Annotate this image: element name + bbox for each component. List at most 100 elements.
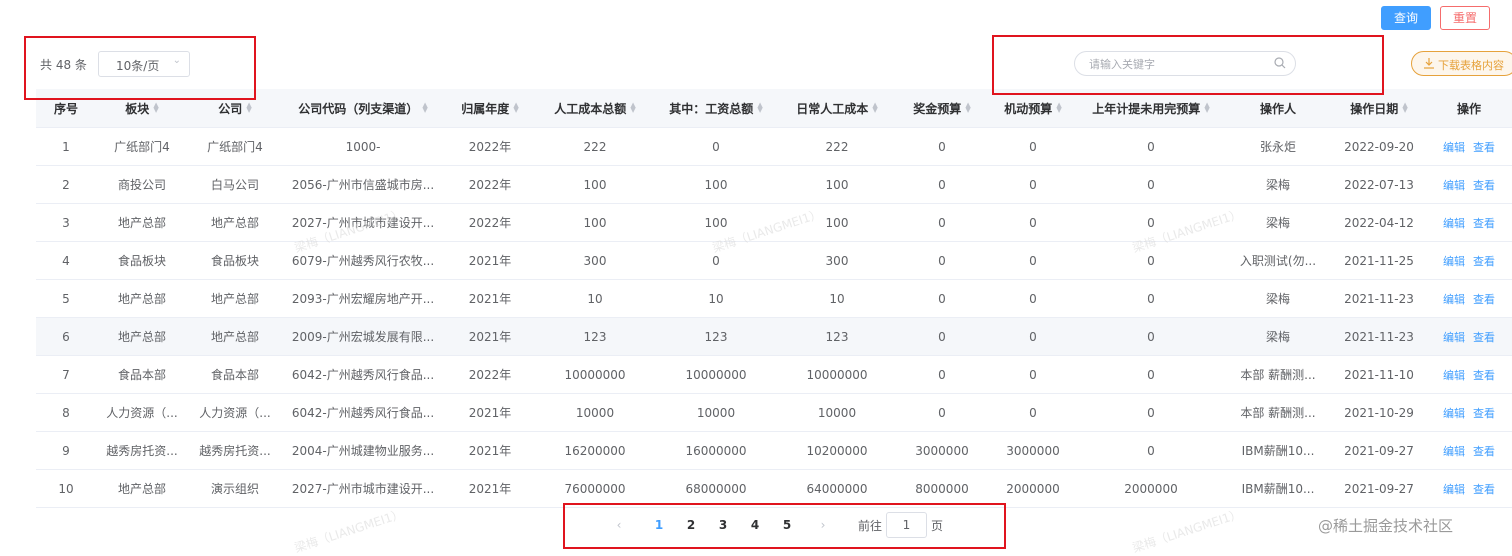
sort-caret-icon[interactable]: ▲ ▼ [872, 102, 877, 114]
download-table-button[interactable]: 下载表格内容 [1411, 51, 1512, 76]
edit-link[interactable]: 编辑 [1443, 405, 1465, 421]
next-page-icon[interactable]: › [810, 514, 836, 536]
row-actions: 编辑 查看 [1426, 394, 1512, 431]
sort-caret-icon[interactable]: ▲ ▼ [630, 102, 635, 114]
view-link[interactable]: 查看 [1473, 291, 1495, 307]
search-icon[interactable] [1273, 56, 1287, 70]
table-cell: 10 [58, 481, 74, 496]
table-cell: 2021-09-27 [1344, 481, 1414, 496]
table-cell: 3000000 [915, 443, 969, 458]
column-header: 操作 [1426, 89, 1512, 127]
page-size-select[interactable]: 10条/页 ⌄ [98, 51, 190, 77]
column-header[interactable]: 归属年度 ▲ ▼ [444, 89, 536, 127]
edit-link[interactable]: 编辑 [1443, 291, 1465, 307]
table-cell: 越秀房托资... [199, 444, 271, 458]
column-header[interactable]: 公司 ▲ ▼ [188, 89, 282, 127]
table-cell: 6 [62, 329, 70, 344]
column-header[interactable]: 日常人工成本 ▲ ▼ [778, 89, 896, 127]
table-cell: 2056-广州市信盛城市房... [291, 178, 435, 192]
page-number[interactable]: 3 [710, 514, 736, 536]
table-cell: 入职测试(勿... [1239, 254, 1317, 268]
column-header-label: 操作日期 [1350, 101, 1399, 116]
table-cell: 0 [1147, 215, 1155, 230]
page-number[interactable]: 4 [742, 514, 768, 536]
column-header[interactable]: 公司代码（列支渠道） ▲ ▼ [282, 89, 444, 127]
edit-link[interactable]: 编辑 [1443, 215, 1465, 231]
table-cell: 2022年 [468, 216, 512, 230]
sort-caret-icon[interactable]: ▲ ▼ [153, 102, 158, 114]
edit-link[interactable]: 编辑 [1443, 329, 1465, 345]
page-number[interactable]: 1 [646, 514, 672, 536]
sort-caret-icon[interactable]: ▲ ▼ [513, 102, 518, 114]
table-cell: 0 [938, 139, 946, 154]
row-actions: 编辑 查看 [1426, 128, 1512, 165]
column-header-label: 机动预算 [1004, 101, 1053, 116]
column-header[interactable]: 操作日期 ▲ ▼ [1332, 89, 1426, 127]
page-number[interactable]: 5 [774, 514, 800, 536]
column-header-label: 公司 [218, 101, 243, 116]
view-link[interactable]: 查看 [1473, 405, 1495, 421]
page-number[interactable]: 2 [678, 514, 704, 536]
view-link[interactable]: 查看 [1473, 329, 1495, 345]
sort-caret-icon[interactable]: ▲ ▼ [1204, 102, 1209, 114]
query-button[interactable]: 查询 [1381, 6, 1431, 30]
column-header[interactable]: 奖金预算 ▲ ▼ [896, 89, 988, 127]
table-cell: 5 [62, 291, 70, 306]
view-link[interactable]: 查看 [1473, 177, 1495, 193]
table-cell: 0 [938, 329, 946, 344]
sort-caret-icon[interactable]: ▲ ▼ [1056, 102, 1061, 114]
table-cell: 1000- [345, 139, 381, 154]
search-input[interactable] [1087, 55, 1271, 74]
edit-link[interactable]: 编辑 [1443, 177, 1465, 193]
goto-page-input[interactable] [886, 512, 927, 538]
table-cell: 6042-广州越秀风行食品... [291, 406, 435, 420]
table-cell: 2021年 [468, 330, 512, 344]
sort-caret-icon[interactable]: ▲ ▼ [246, 102, 251, 114]
table-cell: 100 [825, 177, 849, 192]
view-link[interactable]: 查看 [1473, 481, 1495, 497]
edit-link[interactable]: 编辑 [1443, 253, 1465, 269]
table-cell: 食品本部 [210, 368, 259, 382]
table-cell: 梁梅 [1265, 178, 1290, 192]
column-header[interactable]: 上年计提未用完预算 ▲ ▼ [1078, 89, 1224, 127]
column-header-label: 奖金预算 [913, 101, 962, 116]
table-cell: 2000000 [1124, 481, 1178, 496]
sort-caret-icon[interactable]: ▲ ▼ [965, 102, 970, 114]
column-header-label: 上年计提未用完预算 [1092, 101, 1201, 116]
table-cell: 2000000 [1006, 481, 1060, 496]
view-link[interactable]: 查看 [1473, 139, 1495, 155]
edit-link[interactable]: 编辑 [1443, 481, 1465, 497]
sort-caret-icon[interactable]: ▲ ▼ [422, 102, 427, 114]
reset-button[interactable]: 重置 [1440, 6, 1490, 30]
table-cell: 广纸部门4 [207, 140, 263, 154]
sort-caret-icon[interactable]: ▲ ▼ [757, 102, 762, 114]
view-link[interactable]: 查看 [1473, 443, 1495, 459]
column-header[interactable]: 机动预算 ▲ ▼ [988, 89, 1078, 127]
edit-link[interactable]: 编辑 [1443, 139, 1465, 155]
view-link[interactable]: 查看 [1473, 367, 1495, 383]
table-cell: 7 [62, 367, 70, 382]
table-cell: 0 [1147, 405, 1155, 420]
column-header[interactable]: 其中：工资总额 ▲ ▼ [654, 89, 778, 127]
table-cell: 0 [938, 291, 946, 306]
column-header[interactable]: 板块 ▲ ▼ [96, 89, 188, 127]
view-link[interactable]: 查看 [1473, 253, 1495, 269]
table-cell: 2022年 [468, 178, 512, 192]
table-cell: 123 [583, 329, 607, 344]
table-cell: 10 [708, 291, 724, 306]
table-cell: 0 [1147, 177, 1155, 192]
table-cell: 0 [1029, 405, 1037, 420]
edit-link[interactable]: 编辑 [1443, 443, 1465, 459]
sort-caret-icon[interactable]: ▲ ▼ [1402, 102, 1407, 114]
footer-watermark: @稀土掘金技术社区 [1318, 517, 1454, 535]
prev-page-icon[interactable]: ‹ [606, 514, 632, 536]
column-header-label: 人工成本总额 [554, 101, 627, 116]
view-link[interactable]: 查看 [1473, 215, 1495, 231]
column-header[interactable]: 人工成本总额 ▲ ▼ [536, 89, 654, 127]
row-actions: 编辑 查看 [1426, 432, 1512, 469]
page-size-value: 10条/页 [116, 59, 160, 73]
table-cell: 2022-09-20 [1344, 139, 1414, 154]
column-header-label: 序号 [53, 101, 78, 116]
table-cell: 10000 [575, 405, 615, 420]
edit-link[interactable]: 编辑 [1443, 367, 1465, 383]
